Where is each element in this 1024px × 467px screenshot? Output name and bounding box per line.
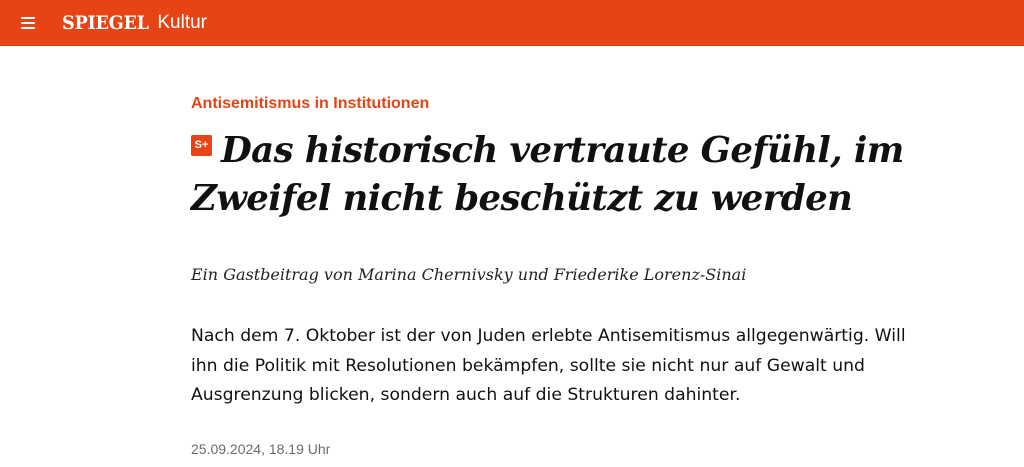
publish-date: 25.09.2024, 18.19 Uhr bbox=[191, 441, 331, 457]
headline-text: Das historisch vertraute Gefühl, im Zwei… bbox=[191, 130, 904, 219]
spiegel-plus-icon: S+ bbox=[191, 135, 212, 156]
article-kicker: Antisemitismus in Institutionen bbox=[191, 95, 430, 112]
hamburger-menu-icon[interactable] bbox=[18, 13, 40, 33]
article-teaser: Nach dem 7. Oktober ist der von Juden er… bbox=[191, 326, 906, 405]
section-label: Kultur bbox=[157, 12, 207, 33]
top-navigation-bar: SPIEGEL Kultur bbox=[0, 0, 1024, 46]
brand-home-link[interactable]: SPIEGEL Kultur bbox=[62, 9, 207, 37]
spiegel-logo: SPIEGEL bbox=[62, 12, 149, 34]
article-headline: S+ Das historisch vertraute Gefühl, im Zw… bbox=[191, 127, 921, 223]
author-line: Ein Gastbeitrag von Marina Chernivsky un… bbox=[191, 265, 747, 284]
